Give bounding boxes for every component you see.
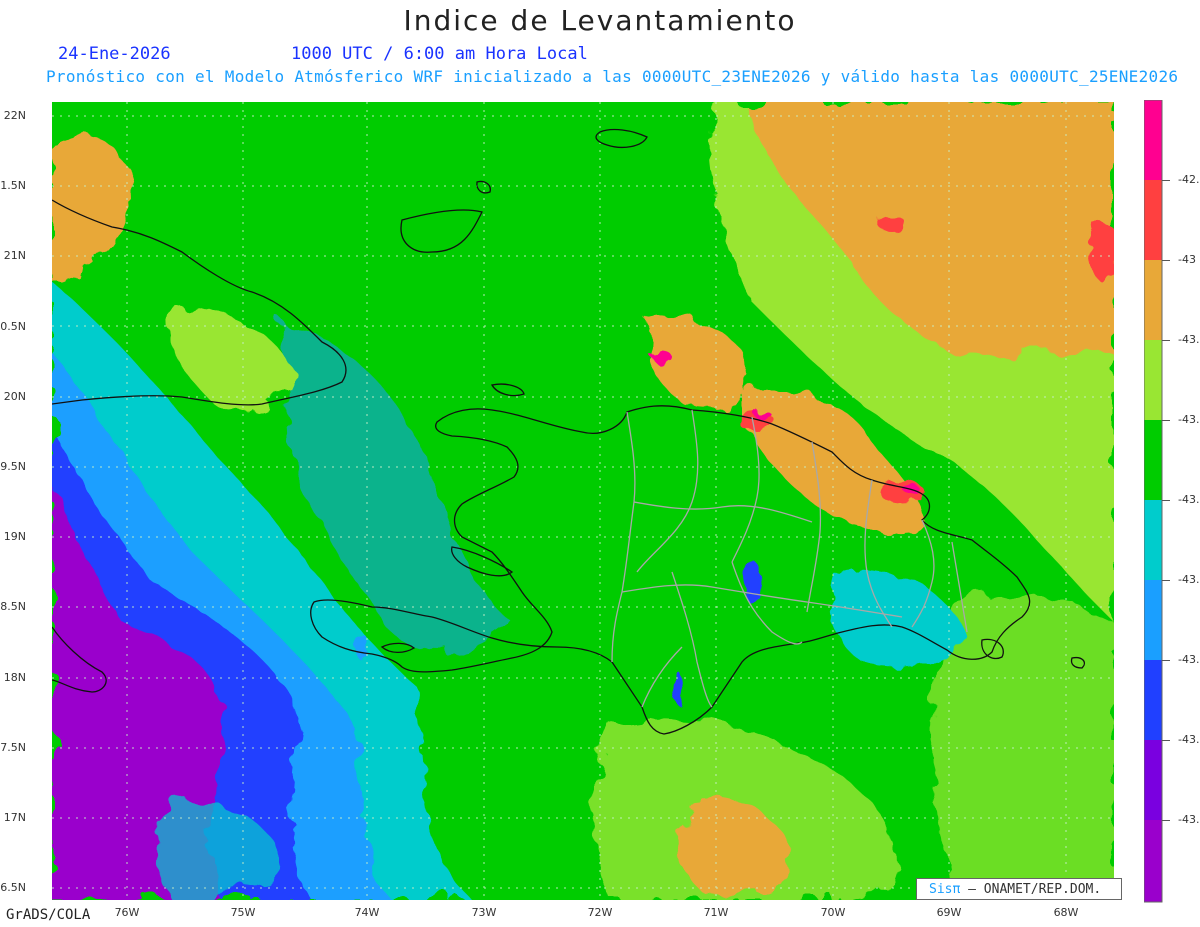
colorbar-tick [1162,820,1170,821]
colorbar-swatch [1144,260,1162,340]
colorbar-label: -43.2 [1178,493,1200,506]
lat-label: 7.5N [0,741,26,754]
onamet-org-text: – ONAMET/REP.DOM. [968,882,1102,897]
grads-credit: GrADS/COLA [6,907,91,923]
colorbar-label: -43.3 [1178,573,1200,586]
colorbar-swatch [1144,100,1162,180]
colorbar-swatch [1144,820,1162,902]
lifted-index-map [52,102,1114,900]
colorbar [1144,100,1163,903]
colorbar-tick [1162,740,1170,741]
field-blue-streak-3 [357,633,367,661]
colorbar-tick [1162,260,1170,261]
colorbar-swatch [1144,740,1162,820]
lat-label: 18N [3,671,26,684]
lon-label: 73W [471,906,497,919]
lon-label: 75W [230,906,256,919]
field-magenta-spot-2 [754,409,770,419]
lat-label: 17N [3,811,26,824]
colorbar-tick [1162,660,1170,661]
model-subtitle: Pronóstico con el Modelo Atmósferico WRF… [46,67,1179,86]
lon-label: 76W [114,906,140,919]
lon-label: 68W [1053,906,1079,919]
lat-label: 19N [3,530,26,543]
onamet-brand-box: Sisπ – ONAMET/REP.DOM. [916,878,1122,900]
lat-label: 6.5N [0,881,26,894]
colorbar-tick [1162,500,1170,501]
lat-label: 9.5N [0,460,26,473]
map-canvas [52,102,1114,900]
colorbar-swatch [1144,660,1162,740]
colorbar-swatch [1144,180,1162,260]
colorbar-tick [1162,420,1170,421]
lat-label: 8.5N [0,600,26,613]
lon-label: 71W [703,906,729,919]
lat-label: 1.5N [0,179,26,192]
field-magenta-spot-1 [652,351,672,363]
colorbar-tick [1162,580,1170,581]
date-line: 24-Ene-2026 1000 UTC / 6:00 am Hora Loca… [58,44,588,64]
colorbar-tick [1162,180,1170,181]
sispi-logo-text: Sisπ [929,882,961,897]
colorbar-label: -43.4 [1178,733,1200,746]
field-blue-streak-2 [671,671,683,703]
colorbar-swatch [1144,340,1162,420]
lon-label: 70W [820,906,846,919]
lat-label: 20N [3,390,26,403]
lat-label: 21N [3,249,26,262]
map-title: Indice de Levantamiento [403,4,797,37]
colorbar-label: -43.1 [1178,413,1200,426]
colorbar-label: -43.1 [1178,333,1200,346]
lat-label: 0.5N [0,320,26,333]
colorbar-swatch [1144,580,1162,660]
colorbar-swatch [1144,500,1162,580]
field-red-spot-3 [878,216,906,232]
colorbar-swatch [1144,420,1162,500]
forecast-time: 1000 UTC / 6:00 am Hora Local [291,44,588,64]
colorbar-label: -43 [1178,253,1196,266]
colorbar-label: -42.9 [1178,173,1200,186]
lon-label: 74W [354,906,380,919]
colorbar-label: -43.4 [1178,813,1200,826]
lon-label: 69W [936,906,962,919]
colorbar-label: -43.3 [1178,653,1200,666]
colorbar-tick [1162,340,1170,341]
lat-label: 22N [3,109,26,122]
field-lightgreen-se [933,593,1114,900]
lon-label: 72W [587,906,613,919]
forecast-date: 24-Ene-2026 [58,44,171,64]
